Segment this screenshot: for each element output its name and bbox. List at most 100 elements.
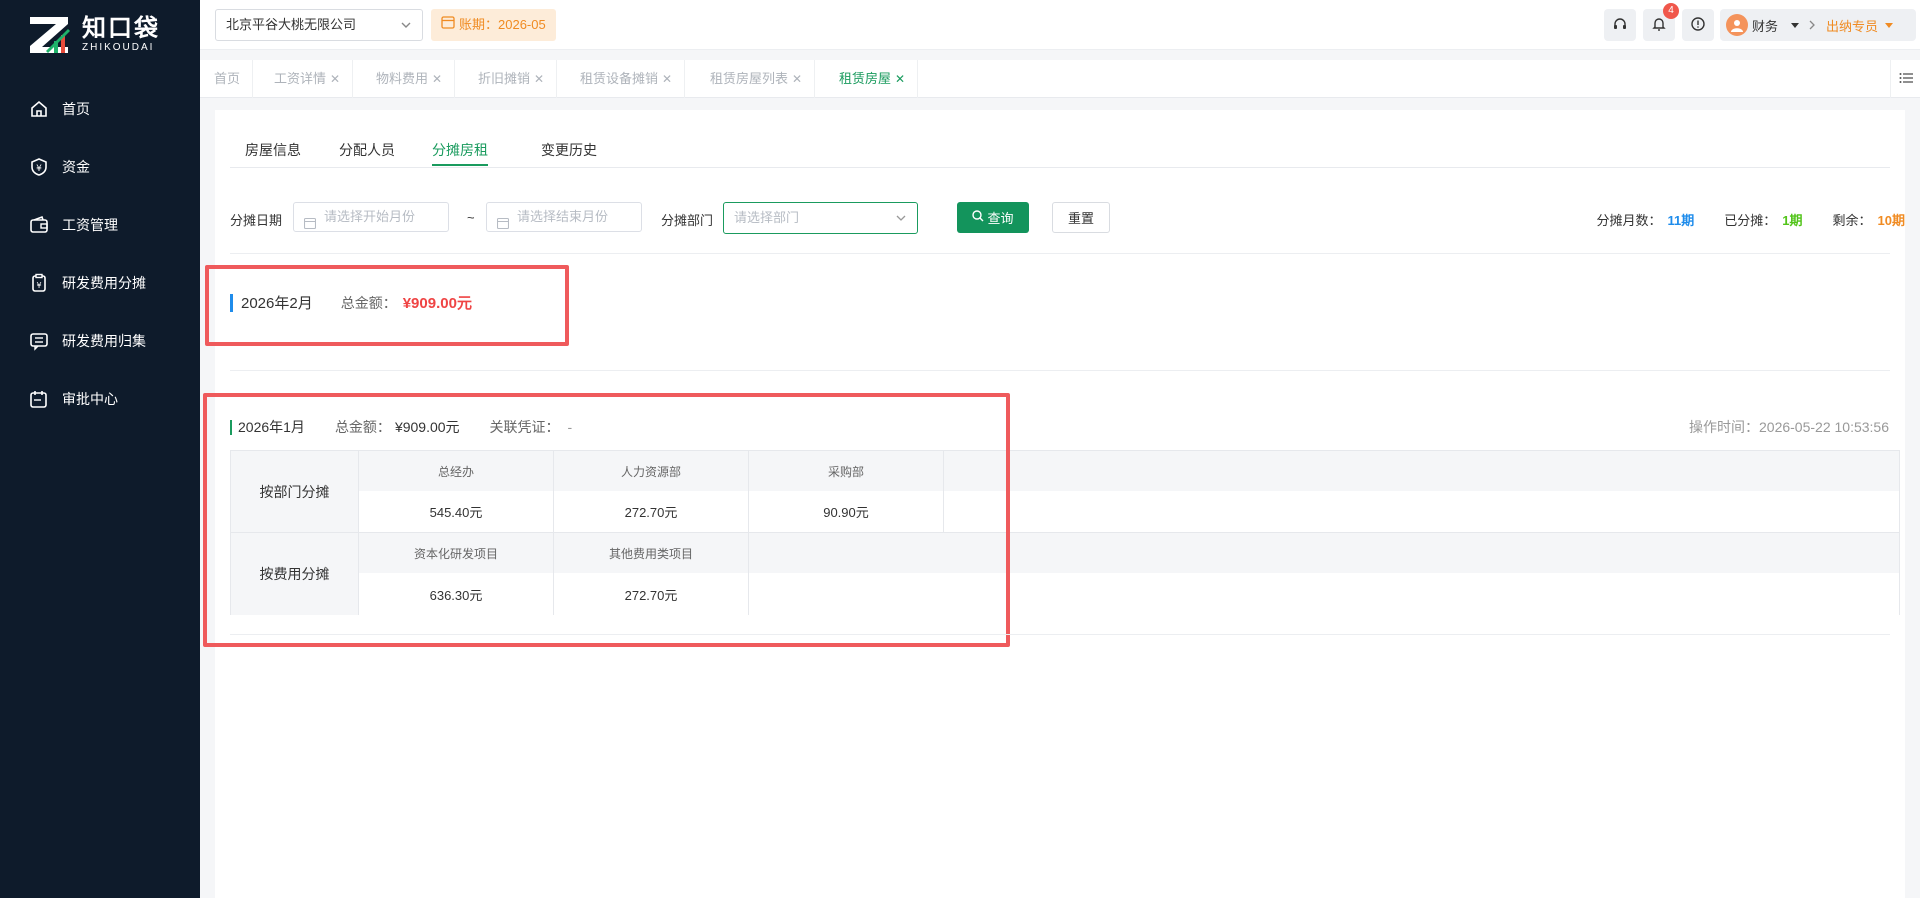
- tab-label: 首页: [214, 71, 241, 86]
- calendar-icon: [441, 9, 455, 41]
- sidebar-item-label: 资金: [62, 159, 90, 175]
- alert-circle-icon: [1690, 16, 1706, 35]
- end-month-input[interactable]: 请选择结束月份: [486, 202, 642, 232]
- query-button-label: 查询: [987, 211, 1014, 226]
- divider: [230, 634, 1890, 635]
- sidebar-item-label: 研发费用分摊: [62, 275, 146, 291]
- sidebar-item-rd-allocation[interactable]: ¥ 研发费用分摊: [0, 254, 200, 312]
- reset-button[interactable]: 重置: [1052, 202, 1110, 233]
- sidebar-item-rd-collection[interactable]: 研发费用归集: [0, 312, 200, 370]
- logo-chinese: 知口袋: [82, 15, 160, 42]
- department-select[interactable]: 请选择部门: [723, 202, 918, 234]
- user-name: 财务: [1752, 18, 1779, 34]
- logo-mark-icon: [28, 15, 74, 55]
- divider: [230, 370, 1890, 371]
- tab-label: 物料费用: [376, 71, 429, 86]
- tab-lease-equipment[interactable]: 租赁设备摊销 ✕: [568, 60, 686, 98]
- divider: [230, 253, 1890, 254]
- notification-badge: 4: [1663, 3, 1679, 19]
- tab-depreciation[interactable]: 折旧摊销 ✕: [466, 60, 558, 98]
- svg-text:¥: ¥: [36, 164, 42, 174]
- sidebar: 知口袋 ZHIKOUDAI 首页 ¥ 资金 工资管理 ¥ 研发费用分摊 研发费用…: [0, 0, 200, 898]
- company-name: 北京平谷大桃无限公司: [226, 17, 357, 32]
- close-icon[interactable]: ✕: [895, 72, 905, 86]
- sidebar-item-funds[interactable]: ¥ 资金: [0, 138, 200, 196]
- calendar-icon: [303, 211, 317, 239]
- sidebar-item-home[interactable]: 首页: [0, 80, 200, 138]
- months-label: 分摊月数：: [1596, 213, 1662, 228]
- headset-button[interactable]: [1604, 9, 1636, 41]
- tab-salary-detail[interactable]: 工资详情 ✕: [262, 60, 354, 98]
- tab-lease-house-list[interactable]: 租赁房屋列表 ✕: [698, 60, 816, 98]
- chevron-down-icon: [400, 10, 412, 51]
- subtab-rent-allocation[interactable]: 分摊房租: [432, 140, 488, 166]
- sidebar-item-approval[interactable]: 审批中心: [0, 370, 200, 428]
- page-tabs: 首页 工资详情 ✕ 物料费用 ✕ 折旧摊销 ✕ 租赁设备摊销 ✕ 租赁房屋列表 ✕ 租赁房…: [200, 60, 1920, 98]
- list-icon: [1899, 71, 1913, 87]
- period-label: 账期：2026-05: [459, 17, 546, 32]
- close-icon[interactable]: ✕: [662, 72, 672, 86]
- headset-icon: [1612, 16, 1628, 35]
- calendar-icon: [496, 211, 510, 239]
- tab-label: 折旧摊销: [478, 71, 531, 86]
- tab-home[interactable]: 首页: [202, 60, 254, 98]
- subtab-house-info[interactable]: 房屋信息: [245, 140, 301, 160]
- filter-date-label: 分摊日期: [230, 213, 283, 228]
- tab-label: 租赁房屋: [839, 71, 892, 86]
- top-header: 北京平谷大桃无限公司 账期：2026-05 4 财务 出纳专员: [200, 0, 1920, 50]
- remaining-label: 剩余：: [1832, 213, 1872, 228]
- user-menu[interactable]: 财务 出纳专员: [1720, 9, 1916, 41]
- end-month-placeholder: 请选择结束月份: [517, 209, 609, 224]
- svg-text:¥: ¥: [36, 281, 41, 290]
- tab-menu-button[interactable]: [1890, 60, 1920, 98]
- allocation-stats: 分摊月数： 11期 已分摊： 1期 剩余： 10期: [1597, 210, 1906, 229]
- close-icon[interactable]: ✕: [432, 72, 442, 86]
- bell-icon: [1651, 16, 1667, 35]
- start-month-input[interactable]: 请选择开始月份: [293, 202, 449, 232]
- close-icon[interactable]: ✕: [330, 72, 340, 86]
- sidebar-item-label: 研发费用归集: [62, 333, 146, 349]
- role-label: 出纳专员: [1826, 18, 1879, 34]
- start-month-placeholder: 请选择开始月份: [324, 209, 416, 224]
- highlight-box-feb: [205, 265, 569, 346]
- notification-button[interactable]: 4: [1643, 3, 1679, 41]
- alert-button[interactable]: [1682, 9, 1714, 41]
- op-time-value: 2026-05-22 10:53:56: [1759, 419, 1889, 435]
- department-placeholder: 请选择部门: [734, 210, 800, 225]
- op-time-label: 操作时间：: [1689, 419, 1759, 435]
- subtab-assign-staff[interactable]: 分配人员: [339, 140, 395, 160]
- avatar: [1726, 14, 1748, 36]
- main-content: 房屋信息 分配人员 分摊房租 变更历史 分摊日期 请选择开始月份 ~ 请选择结束…: [203, 110, 1906, 898]
- done-value: 1期: [1782, 213, 1803, 228]
- filter-dept-label: 分摊部门: [661, 213, 714, 228]
- wallet-icon: [28, 214, 50, 236]
- caret-down-icon: [1790, 18, 1800, 33]
- chevron-right-icon: [1808, 18, 1816, 33]
- period-badge[interactable]: 账期：2026-05: [431, 9, 556, 41]
- logo[interactable]: 知口袋 ZHIKOUDAI: [28, 14, 160, 56]
- chat-box-icon: [28, 330, 50, 352]
- sidebar-nav: 首页 ¥ 资金 工资管理 ¥ 研发费用分摊 研发费用归集 审批中心: [0, 80, 200, 428]
- tab-label: 租赁设备摊销: [580, 71, 659, 86]
- sidebar-item-label: 审批中心: [62, 391, 118, 407]
- clipboard-yen-icon: ¥: [28, 272, 50, 294]
- sidebar-item-salary[interactable]: 工资管理: [0, 196, 200, 254]
- months-value: 11期: [1667, 213, 1695, 228]
- sidebar-item-label: 工资管理: [62, 217, 118, 233]
- remaining-value: 10期: [1877, 213, 1905, 228]
- sidebar-item-label: 首页: [62, 101, 90, 117]
- tab-material-cost[interactable]: 物料费用 ✕: [364, 60, 456, 98]
- sub-tabs: 房屋信息 分配人员 分摊房租 变更历史: [230, 110, 1890, 168]
- close-icon[interactable]: ✕: [792, 72, 802, 86]
- tab-lease-house[interactable]: 租赁房屋 ✕: [827, 60, 919, 98]
- subtab-change-history[interactable]: 变更历史: [541, 140, 597, 160]
- search-icon: [972, 210, 984, 225]
- yen-shield-icon: ¥: [28, 156, 50, 178]
- caret-down-icon: [1884, 18, 1894, 33]
- close-icon[interactable]: ✕: [534, 72, 544, 86]
- tab-label: 租赁房屋列表: [710, 71, 789, 86]
- chevron-down-icon: [895, 203, 907, 244]
- company-select[interactable]: 北京平谷大桃无限公司: [215, 9, 423, 41]
- calendar-edit-icon: [28, 388, 50, 410]
- query-button[interactable]: 查询: [957, 202, 1029, 233]
